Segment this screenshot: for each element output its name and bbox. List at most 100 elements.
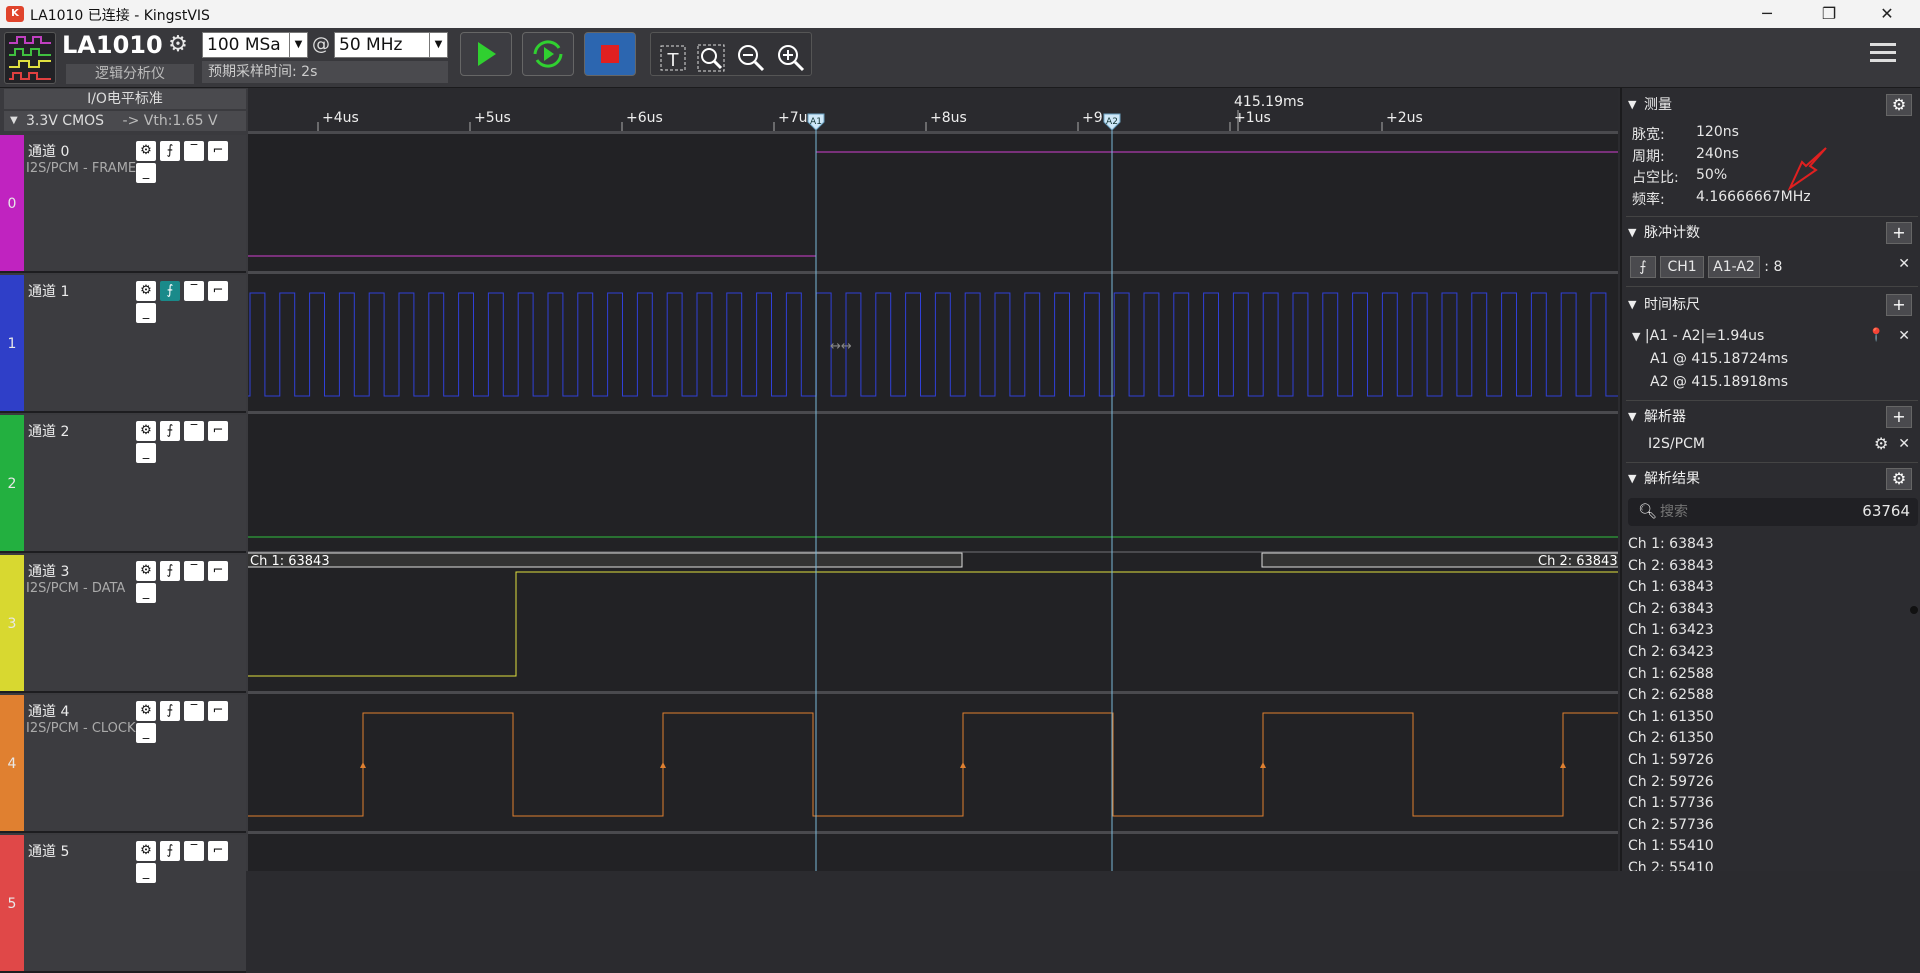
low-level-trigger-icon[interactable]: _ <box>136 163 156 183</box>
rising-edge-trigger-icon[interactable]: ⨍ <box>160 141 180 161</box>
device-logo-icon[interactable] <box>4 32 56 84</box>
high-level-trigger-icon[interactable]: ⌐ <box>208 701 228 721</box>
low-level-trigger-icon[interactable]: _ <box>136 723 156 743</box>
restore-button[interactable]: ❐ <box>1806 0 1852 28</box>
falling-edge-trigger-icon[interactable]: ‾ <box>184 141 204 161</box>
channel-name[interactable]: 通道 3 <box>28 561 69 581</box>
result-list-item[interactable]: Ch 1: 59726 <box>1628 752 1714 768</box>
remove-marker-close-icon[interactable]: ✕ <box>1898 328 1910 344</box>
measure-settings-gear-icon[interactable]: ⚙ <box>1886 94 1912 116</box>
decoder-name[interactable]: I2S/PCM <box>1648 436 1705 452</box>
result-list-item[interactable]: Ch 2: 63843 <box>1628 558 1714 574</box>
add-pulse-count-plus-icon[interactable]: + <box>1886 222 1912 244</box>
zoom-out-icon[interactable] <box>733 40 769 76</box>
result-list-item[interactable]: Ch 1: 57736 <box>1628 795 1714 811</box>
search-input[interactable] <box>1660 501 1820 523</box>
result-list-item[interactable]: Ch 2: 63843 <box>1628 601 1714 617</box>
channel-row[interactable]: 3 通道 3 I2S/PCM - DATA ⚙ ⨍ ‾ ⌐ _ <box>0 555 246 693</box>
result-list-item[interactable]: Ch 2: 55410 <box>1628 860 1714 871</box>
falling-edge-trigger-icon[interactable]: ‾ <box>184 421 204 441</box>
text-cursor-icon[interactable]: T <box>655 40 691 76</box>
waveform-area[interactable]: +4us +5us +6us +7us +8us +9us +1us +2us 415.19ms… <box>248 88 1618 871</box>
falling-edge-trigger-icon[interactable]: ‾ <box>184 841 204 861</box>
channel-settings-gear-icon[interactable]: ⚙ <box>136 561 156 581</box>
result-list-item[interactable]: Ch 2: 61350 <box>1628 730 1714 746</box>
pulse-count-channel[interactable]: CH1 <box>1660 256 1704 278</box>
decoder-settings-gear-icon[interactable]: ⚙ <box>1874 434 1888 453</box>
channel-color-strip[interactable]: 3 <box>0 555 24 691</box>
rising-edge-icon[interactable]: ⨍ <box>1630 256 1656 278</box>
result-list-item[interactable]: Ch 1: 63843 <box>1628 579 1714 595</box>
channel-name[interactable]: 通道 4 <box>28 701 69 721</box>
pulse-count-section-header[interactable]: ▼ 脉冲计数 + <box>1626 222 1918 244</box>
channel-name[interactable]: 通道 0 <box>28 141 69 161</box>
marker-diff-row[interactable]: ▼ |A1 - A2|=1.94us <box>1632 328 1764 344</box>
channel-row[interactable]: 5 通道 5 ⚙ ⨍ ‾ ⌐ _ <box>0 835 246 973</box>
zoom-in-icon[interactable] <box>773 40 809 76</box>
high-level-trigger-icon[interactable]: ⌐ <box>208 561 228 581</box>
loop-start-button[interactable] <box>522 32 574 76</box>
rising-edge-trigger-icon[interactable]: ⨍ <box>160 841 180 861</box>
channel-row[interactable]: 1 通道 1 ⚙ ⨍ ‾ ⌐ _ <box>0 275 246 413</box>
waveform-canvas[interactable]: +4us +5us +6us +7us +8us +9us +1us +2us415.19ms… <box>248 88 1618 871</box>
channel-name[interactable]: 通道 5 <box>28 841 69 861</box>
channel-settings-gear-icon[interactable]: ⚙ <box>136 701 156 721</box>
pin-icon[interactable]: 📍 <box>1868 328 1884 343</box>
channel-row[interactable]: 0 通道 0 I2S/PCM - FRAME ⚙ ⨍ ‾ ⌐ _ <box>0 135 246 273</box>
result-list-item[interactable]: Ch 2: 62588 <box>1628 687 1714 703</box>
pulse-count-range[interactable]: A1-A2 <box>1708 256 1760 278</box>
results-search-box[interactable]: 🔍︎ 63764 <box>1628 498 1918 526</box>
zoom-area-icon[interactable] <box>693 40 729 76</box>
results-list[interactable]: Ch 1: 63843 Ch 2: 63843 Ch 1: 63843 Ch 2: 6… <box>1622 536 1908 871</box>
decoder-section-header[interactable]: ▼ 解析器 + <box>1626 406 1918 428</box>
device-name[interactable]: LA1010 <box>62 31 163 59</box>
menu-hamburger-icon[interactable] <box>1868 38 1898 68</box>
high-level-trigger-icon[interactable]: ⌐ <box>208 281 228 301</box>
low-level-trigger-icon[interactable]: _ <box>136 583 156 603</box>
start-button[interactable] <box>460 32 512 76</box>
channel-settings-gear-icon[interactable]: ⚙ <box>136 141 156 161</box>
channel-settings-gear-icon[interactable]: ⚙ <box>136 421 156 441</box>
measure-section-header[interactable]: ▼ 测量 ⚙ <box>1626 94 1918 116</box>
high-level-trigger-icon[interactable]: ⌐ <box>208 141 228 161</box>
rising-edge-trigger-icon[interactable]: ⨍ <box>160 421 180 441</box>
sample-rate-select[interactable]: 100 MSa ▼ <box>202 32 308 58</box>
results-scrollbar[interactable] <box>1910 534 1918 871</box>
falling-edge-trigger-icon[interactable]: ‾ <box>184 701 204 721</box>
channel-name[interactable]: 通道 1 <box>28 281 69 301</box>
result-list-item[interactable]: Ch 2: 57736 <box>1628 817 1714 833</box>
remove-pulse-count-close-icon[interactable]: ✕ <box>1898 256 1910 272</box>
falling-edge-trigger-icon[interactable]: ‾ <box>184 561 204 581</box>
low-level-trigger-icon[interactable]: _ <box>136 303 156 323</box>
result-list-item[interactable]: Ch 1: 63843 <box>1628 536 1714 552</box>
channel-color-strip[interactable]: 5 <box>0 835 24 971</box>
channel-color-strip[interactable]: 2 <box>0 415 24 551</box>
falling-edge-trigger-icon[interactable]: ‾ <box>184 281 204 301</box>
high-level-trigger-icon[interactable]: ⌐ <box>208 421 228 441</box>
result-list-item[interactable]: Ch 1: 55410 <box>1628 838 1714 854</box>
device-settings-gear-icon[interactable]: ⚙ <box>166 33 190 57</box>
rising-edge-trigger-icon[interactable]: ⨍ <box>160 281 180 301</box>
time-marker-section-header[interactable]: ▼ 时间标尺 + <box>1626 294 1918 316</box>
low-level-trigger-icon[interactable]: _ <box>136 443 156 463</box>
add-time-marker-plus-icon[interactable]: + <box>1886 294 1912 316</box>
close-button[interactable]: ✕ <box>1864 0 1910 28</box>
low-level-trigger-icon[interactable]: _ <box>136 863 156 883</box>
result-list-item[interactable]: Ch 1: 63423 <box>1628 622 1714 638</box>
results-section-header[interactable]: ▼ 解析结果 ⚙ <box>1626 468 1918 490</box>
add-decoder-plus-icon[interactable]: + <box>1886 406 1912 428</box>
results-settings-gear-icon[interactable]: ⚙ <box>1886 468 1912 490</box>
channel-color-strip[interactable]: 1 <box>0 275 24 411</box>
result-list-item[interactable]: Ch 2: 59726 <box>1628 774 1714 790</box>
channel-row[interactable]: 4 通道 4 I2S/PCM - CLOCK ⚙ ⨍ ‾ ⌐ _ <box>0 695 246 833</box>
result-list-item[interactable]: Ch 2: 63423 <box>1628 644 1714 660</box>
channel-row[interactable]: 2 通道 2 ⚙ ⨍ ‾ ⌐ _ <box>0 415 246 553</box>
channel-color-strip[interactable]: 4 <box>0 695 24 831</box>
stop-button[interactable] <box>584 32 636 76</box>
rising-edge-trigger-icon[interactable]: ⨍ <box>160 701 180 721</box>
high-level-trigger-icon[interactable]: ⌐ <box>208 841 228 861</box>
channel-color-strip[interactable]: 0 <box>0 135 24 271</box>
result-list-item[interactable]: Ch 1: 62588 <box>1628 666 1714 682</box>
result-list-item[interactable]: Ch 1: 61350 <box>1628 709 1714 725</box>
sample-freq-select[interactable]: 50 MHz ▼ <box>334 32 448 58</box>
